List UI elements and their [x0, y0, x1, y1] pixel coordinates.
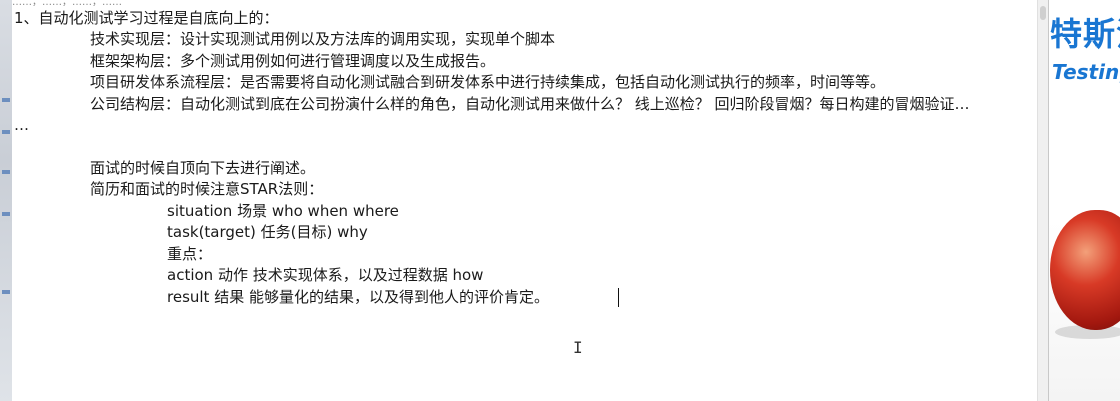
- text-caret: [618, 288, 619, 307]
- background-mark: [2, 98, 10, 102]
- heading-line: 1、自动化测试学习过程是自底向上的：: [14, 9, 279, 27]
- text-line: 公司结构层：自动化测试到底在公司扮演什么样的角色，自动化测试用来做什么？ 线上巡…: [90, 95, 970, 113]
- emphasis-line: 重点：: [167, 245, 213, 263]
- star-situation-line: situation 场景 who when where: [167, 202, 399, 220]
- scrollbar-thumb[interactable]: [1040, 6, 1046, 20]
- brand-logo-subtext: Testing: [1052, 60, 1120, 84]
- star-task-line: task(target) 任务(目标) why: [167, 223, 368, 241]
- text-line: 技术实现层：设计实现测试用例以及方法库的调用实现，实现单个脚本: [90, 30, 556, 48]
- star-result-line: result 结果 能够量化的结果，以及得到他人的评价肯定。: [167, 288, 549, 306]
- ibeam-cursor-icon: I: [573, 338, 583, 357]
- background-mark: [2, 290, 10, 294]
- vertical-scrollbar[interactable]: [1037, 0, 1048, 401]
- brand-logo-text: 特斯汀: [1050, 15, 1120, 53]
- background-mark: [2, 130, 10, 134]
- text-line: 简历和面试的时候注意STAR法则：: [90, 180, 324, 198]
- text-line: 框架架构层：多个测试用例如何进行管理调度以及生成报告。: [90, 52, 496, 70]
- text-line: 面试的时候自顶向下去进行阐述。: [90, 159, 316, 177]
- text-line: 项目研发体系流程层：是否需要将自动化测试融合到研发体系中进行持续集成，包括自动化…: [90, 73, 886, 91]
- star-action-line: action 动作 技术实现体系，以及过程数据 how: [167, 266, 484, 284]
- text-line: …: [14, 116, 29, 134]
- clipped-top-line: ……，……，……，……: [12, 0, 122, 6]
- text-editor[interactable]: ……，……，……，…… 1、自动化测试学习过程是自底向上的： 技术实现层：设计实…: [12, 0, 1049, 401]
- background-mark: [2, 170, 10, 174]
- background-mark: [2, 212, 10, 216]
